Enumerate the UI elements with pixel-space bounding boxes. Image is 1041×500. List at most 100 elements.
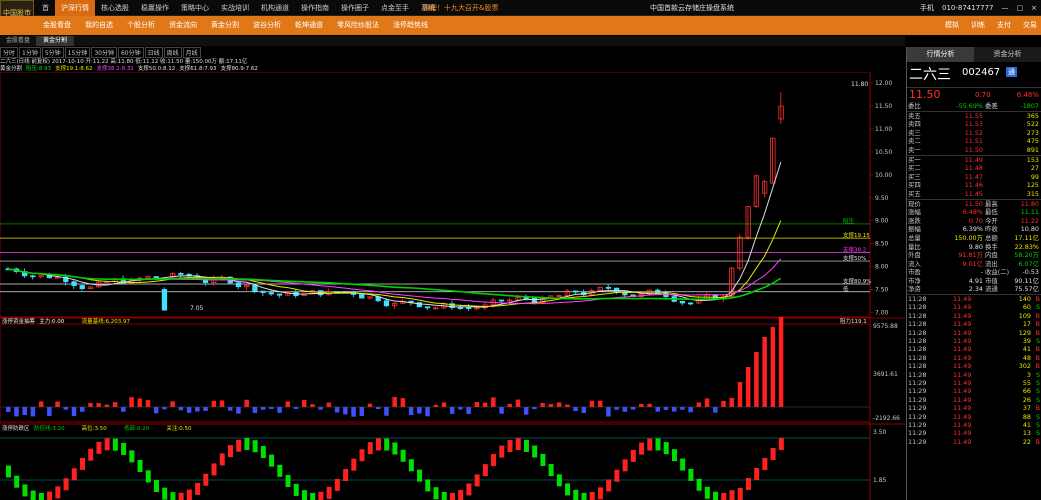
action-0[interactable]: 模拟 xyxy=(945,16,959,35)
indicator-axis-label: 1.85 xyxy=(873,477,887,484)
menu-item-3[interactable]: 稳赢操作 xyxy=(135,0,175,16)
tick-side: B xyxy=(1035,362,1040,371)
volume-bar xyxy=(96,403,101,407)
quote-tabs: 行情分析 资金分析 xyxy=(907,47,1041,62)
menu-item-0[interactable]: 首 xyxy=(36,0,55,16)
volume-bar xyxy=(630,407,636,410)
page-tab-0[interactable]: 金股看盘 xyxy=(0,36,38,46)
book-volume: 315 xyxy=(1026,189,1039,198)
book-price: 11.53 xyxy=(964,120,983,129)
stat-label: 换手 xyxy=(985,242,998,251)
indicator-bar xyxy=(104,438,110,451)
news-ticker[interactable]: 重磅！十九大召开&股票 xyxy=(423,0,498,16)
period-3[interactable]: 15分钟 xyxy=(64,47,91,58)
tick-row: 11:29 11.49 55 S xyxy=(907,379,1041,387)
volume-bar xyxy=(326,402,332,407)
tick-list[interactable]: 11:28 11.49 140 B 11:28 11.49 60 S 11:28 11.49 109… xyxy=(907,295,1041,446)
indicator-bar xyxy=(630,449,636,462)
indicator-bar xyxy=(236,439,242,452)
tick-volume: 41 xyxy=(1022,345,1031,354)
tick-row: 11:29 11.49 41 S xyxy=(907,421,1041,429)
volume-bar xyxy=(219,400,225,407)
menu-item-8[interactable]: 操作圈子 xyxy=(335,0,375,16)
action-3[interactable]: 交易 xyxy=(1023,16,1037,35)
topright-item-4[interactable]: × xyxy=(1031,0,1037,16)
tick-row: 11:28 11.49 41 B xyxy=(907,345,1041,353)
quote-tab-0[interactable]: 行情分析 xyxy=(907,47,974,62)
chart-canvas[interactable]: 12.00 11.50 11.00 10.50 10.00 9.50 9.00 8.50 8.0… xyxy=(0,71,905,500)
indicator-bar xyxy=(170,492,176,500)
indicator-bar xyxy=(597,487,603,500)
book-row: 买四 11.46 125 xyxy=(907,181,1041,190)
stat-value: 17.11亿 xyxy=(1014,233,1039,242)
volume-bar xyxy=(589,400,595,407)
period-0[interactable]: 分时 xyxy=(0,47,19,58)
candle-body xyxy=(153,276,159,278)
stat-row: 流入 9.01亿 流出 6.07亿 xyxy=(907,260,1041,269)
indicator-bar xyxy=(269,454,275,467)
topright-item-3[interactable]: □ xyxy=(1017,0,1024,16)
tick-price: 11.49 xyxy=(953,353,972,362)
book-row: 买一 11.49 153 xyxy=(907,156,1041,165)
volume-axis-label: -2192.66 xyxy=(873,415,900,422)
menu-item-6[interactable]: 机构通道 xyxy=(255,0,295,16)
tick-time: 11:28 xyxy=(908,370,927,379)
period-8[interactable]: 月线 xyxy=(182,47,201,58)
indicator-bar xyxy=(326,486,332,499)
function-tab-8[interactable]: 涨停趋势线 xyxy=(386,16,435,35)
chart-area[interactable]: 12.00 11.50 11.00 10.50 10.00 9.50 9.00 8.50 8.0… xyxy=(0,71,905,500)
period-5[interactable]: 60分钟 xyxy=(117,47,144,58)
indicator-bar xyxy=(71,468,77,481)
book-level: 卖一 xyxy=(908,145,921,154)
volume-bar xyxy=(622,407,628,412)
page-tab-1[interactable]: 黄金分割 xyxy=(37,36,75,46)
function-tab-1[interactable]: 我的自选 xyxy=(78,16,120,35)
stat-value: 10.80 xyxy=(1020,225,1039,234)
indicator-bar xyxy=(375,438,381,451)
function-tab-3[interactable]: 资金流向 xyxy=(162,16,204,35)
indicator-bar xyxy=(614,469,620,482)
topright-item-0[interactable]: 手机 xyxy=(920,0,934,16)
menu-item-9[interactable]: 点金至手 xyxy=(375,0,415,16)
period-1[interactable]: 1分钟 xyxy=(19,47,41,58)
tick-side: B xyxy=(1035,311,1040,320)
function-tab-4[interactable]: 黄金分割 xyxy=(204,16,246,35)
volume-bar xyxy=(153,407,159,414)
menu-item-7[interactable]: 操作指南 xyxy=(295,0,335,16)
volume-bar xyxy=(88,403,93,407)
indicator-bar xyxy=(400,449,406,462)
menu-item-4[interactable]: 策略中心 xyxy=(175,0,215,16)
topright-item-2[interactable]: — xyxy=(1002,0,1009,16)
period-4[interactable]: 30分钟 xyxy=(91,47,117,58)
indicator-bar xyxy=(499,445,505,458)
indicator-bar xyxy=(79,457,85,470)
quote-tab-1[interactable]: 资金分析 xyxy=(974,47,1041,62)
period-6[interactable]: 日线 xyxy=(144,47,163,58)
action-2[interactable]: 支付 xyxy=(997,16,1011,35)
tick-price: 11.49 xyxy=(953,395,972,404)
book-price: 11.52 xyxy=(964,128,983,137)
menu-item-1[interactable]: 沪深行情 xyxy=(55,0,95,16)
menu-item-2[interactable]: 核心选股 xyxy=(95,0,135,16)
function-tab-7[interactable]: 零风险炒股法 xyxy=(330,16,386,35)
bid-book: 买一 11.49 153 买二 11.48 27 买三 11.47 99 买四 11.46 125 买五… xyxy=(907,156,1041,199)
action-1[interactable]: 训练 xyxy=(971,16,985,35)
topright-item-1[interactable]: 010-87417777 xyxy=(942,0,994,16)
function-tab-0[interactable]: 金股看盘 xyxy=(36,16,78,35)
tick-volume: 13 xyxy=(1022,429,1031,438)
function-tab-5[interactable]: 波谷分析 xyxy=(246,16,288,35)
function-tab-2[interactable]: 个股分析 xyxy=(120,16,162,35)
volume-axis-label: 3691.61 xyxy=(873,371,898,378)
tick-side: B xyxy=(1035,404,1040,413)
period-2[interactable]: 5分钟 xyxy=(41,47,64,58)
indicator-bar xyxy=(96,441,102,454)
indicator-bar xyxy=(449,492,455,500)
tick-side: B xyxy=(1035,353,1040,362)
stat-value: 2.34 xyxy=(968,285,983,294)
function-tab-6[interactable]: 乾坤通道 xyxy=(288,16,330,35)
period-7[interactable]: 周线 xyxy=(163,47,182,58)
tick-side: S xyxy=(1035,337,1040,346)
volume-bar xyxy=(211,400,217,407)
menu-item-5[interactable]: 实战培训 xyxy=(215,0,255,16)
tick-volume: 129 xyxy=(1018,328,1031,337)
